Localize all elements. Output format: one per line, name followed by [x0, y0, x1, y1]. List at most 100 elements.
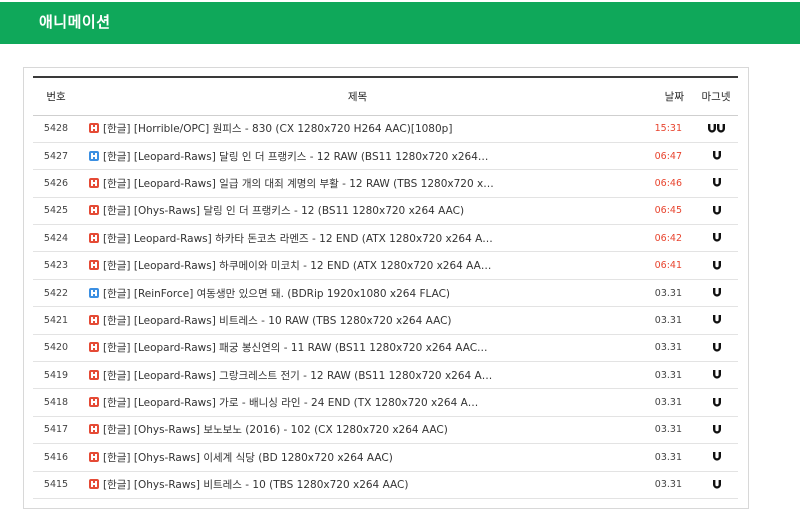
page-header: 애니메이션: [0, 2, 800, 44]
post-title-link[interactable]: [한글] Leopard-Raws] 하카타 돈코츠 라멘즈 - 12 END …: [103, 233, 493, 245]
post-title-link[interactable]: [한글] [Ohys-Raws] 보노보노 (2016) - 102 (CX 1…: [103, 424, 448, 436]
post-date: 03.31: [636, 416, 694, 445]
post-number: 5417: [33, 416, 79, 445]
magnet-icon[interactable]: [712, 288, 721, 297]
table-row: 5425 [한글] [Ohys-Raws] 달링 인 더 프랭키스 - 12 (B…: [33, 197, 738, 226]
post-date: 03.31: [636, 306, 694, 335]
magnet-icon[interactable]: [712, 205, 721, 215]
post-date: 15:31: [636, 115, 694, 143]
post-date: 06:42: [636, 224, 694, 253]
column-header-magnet: 마그넷: [694, 76, 738, 116]
post-number: 5418: [33, 388, 79, 417]
magnet-icon[interactable]: [712, 178, 721, 188]
magnet-cell: [694, 197, 738, 226]
post-date: 03.31: [636, 471, 694, 499]
magnet-cell: [694, 251, 738, 280]
column-header-no: 번호: [33, 76, 79, 116]
magnet-icon[interactable]: [712, 260, 721, 270]
title-cell: [한글] [Leopard-Raws] 그랑크레스트 전기 - 12 RAW (…: [79, 361, 636, 390]
table-row: 5423 [한글] [Leopard-Raws] 하쿠메이와 미코치 - 12 E…: [33, 251, 738, 280]
post-date: 03.31: [636, 361, 694, 390]
red-hd-icon: [89, 260, 99, 271]
red-hd-icon: [89, 397, 99, 408]
title-cell: [한글] [Horrible/OPC] 원피스 - 830 (CX 1280x7…: [79, 115, 636, 143]
title-cell: [한글] [Ohys-Raws] 비트레스 - 10 (TBS 1280x720…: [79, 471, 636, 499]
blue-hd-icon: [89, 287, 99, 298]
post-title-link[interactable]: [한글] [Leopard-Raws] 패궁 봉신연의 - 11 RAW (BS…: [103, 342, 488, 354]
table-row: 5416 [한글] [Ohys-Raws] 이세계 식당 (BD 1280x720…: [33, 443, 738, 472]
post-number: 5425: [33, 197, 79, 226]
page-title: 애니메이션: [39, 13, 111, 31]
post-title-link[interactable]: [한글] [Leopard-Raws] 하쿠메이와 미코치 - 12 END (…: [103, 260, 491, 272]
post-title-link[interactable]: [한글] [Leopard-Raws] 일급 개의 대죄 계명의 부활 - 12…: [103, 178, 494, 190]
magnet-icon[interactable]: [717, 123, 725, 133]
table-row: 5415 [한글] [Ohys-Raws] 비트레스 - 10 (TBS 1280…: [33, 471, 738, 499]
post-number: 5420: [33, 334, 79, 363]
magnet-cell: [694, 115, 738, 143]
post-title-link[interactable]: [한글] [ReinForce] 여동생만 있으면 돼. (BDRip 1920…: [103, 288, 450, 300]
table-row: 5417 [한글] [Ohys-Raws] 보노보노 (2016) - 102 (…: [33, 416, 738, 445]
magnet-cell: [694, 361, 738, 390]
blue-hd-icon: [89, 150, 99, 161]
post-title-link[interactable]: [한글] [Leopard-Raws] 그랑크레스트 전기 - 12 RAW (…: [103, 370, 492, 382]
title-cell: [한글] [Leopard-Raws] 달링 인 더 프랭키스 - 12 RAW…: [79, 142, 636, 171]
title-cell: [한글] [Leopard-Raws] 일급 개의 대죄 계명의 부활 - 12…: [79, 169, 636, 198]
magnet-cell: [694, 169, 738, 198]
post-date: 06:46: [636, 169, 694, 198]
title-cell: [한글] Leopard-Raws] 하카타 돈코츠 라멘즈 - 12 END …: [79, 224, 636, 253]
red-hd-icon: [89, 177, 99, 188]
magnet-cell: [694, 334, 738, 363]
magnet-icon[interactable]: [712, 424, 721, 434]
post-date: 03.31: [636, 334, 694, 363]
magnet-icon[interactable]: [712, 151, 721, 160]
table-row: 5428 [한글] [Horrible/OPC] 원피스 - 830 (CX 12…: [33, 115, 738, 143]
magnet-icon[interactable]: [712, 342, 721, 352]
post-date: 03.31: [636, 279, 694, 308]
post-title-link[interactable]: [한글] [Ohys-Raws] 이세계 식당 (BD 1280x720 x26…: [103, 452, 393, 464]
magnet-icon[interactable]: [712, 315, 721, 325]
table-row: 5422 [한글] [ReinForce] 여동생만 있으면 돼. (BDRip …: [33, 279, 738, 308]
post-date: 03.31: [636, 388, 694, 417]
table-row: 5420 [한글] [Leopard-Raws] 패궁 봉신연의 - 11 RAW…: [33, 334, 738, 363]
title-cell: [한글] [ReinForce] 여동생만 있으면 돼. (BDRip 1920…: [79, 279, 636, 308]
title-cell: [한글] [Leopard-Raws] 하쿠메이와 미코치 - 12 END (…: [79, 251, 636, 280]
post-title-link[interactable]: [한글] [Leopard-Raws] 비트레스 - 10 RAW (TBS 1…: [103, 315, 452, 327]
post-title-link[interactable]: [한글] [Horrible/OPC] 원피스 - 830 (CX 1280x7…: [103, 123, 452, 135]
magnet-cell: [694, 306, 738, 335]
post-number: 5424: [33, 224, 79, 253]
title-cell: [한글] [Ohys-Raws] 달링 인 더 프랭키스 - 12 (BS11 …: [79, 197, 636, 226]
post-title-link[interactable]: [한글] [Leopard-Raws] 달링 인 더 프랭키스 - 12 RAW…: [103, 151, 488, 163]
post-number: 5426: [33, 169, 79, 198]
post-date: 06:47: [636, 142, 694, 171]
column-header-date: 날짜: [636, 76, 694, 116]
magnet-cell: [694, 443, 738, 472]
magnet-cell: [694, 279, 738, 308]
post-title-link[interactable]: [한글] [Leopard-Raws] 가로 - 배니싱 라인 - 24 END…: [103, 397, 478, 409]
post-title-link[interactable]: [한글] [Ohys-Raws] 비트레스 - 10 (TBS 1280x720…: [103, 479, 408, 491]
post-number: 5415: [33, 471, 79, 499]
table-row: 5419 [한글] [Leopard-Raws] 그랑크레스트 전기 - 12 R…: [33, 361, 738, 390]
post-date: 06:45: [636, 197, 694, 226]
table-row: 5418 [한글] [Leopard-Raws] 가로 - 배니싱 라인 - 24…: [33, 388, 738, 417]
magnet-cell: [694, 416, 738, 445]
column-header-title: 제목: [79, 76, 636, 116]
magnet-icon[interactable]: [712, 397, 721, 407]
magnet-icon[interactable]: [712, 370, 721, 379]
red-hd-icon: [89, 232, 99, 243]
magnet-icon[interactable]: [712, 479, 721, 489]
magnet-icon[interactable]: [708, 123, 716, 133]
magnet-cell: [694, 142, 738, 171]
red-hd-icon: [89, 424, 99, 435]
magnet-icon[interactable]: [712, 452, 721, 461]
table-row: 5427 [한글] [Leopard-Raws] 달링 인 더 프랭키스 - 12…: [33, 142, 738, 171]
title-cell: [한글] [Leopard-Raws] 가로 - 배니싱 라인 - 24 END…: [79, 388, 636, 417]
post-number: 5427: [33, 142, 79, 171]
title-cell: [한글] [Ohys-Raws] 보노보노 (2016) - 102 (CX 1…: [79, 416, 636, 445]
post-title-link[interactable]: [한글] [Ohys-Raws] 달링 인 더 프랭키스 - 12 (BS11 …: [103, 205, 464, 217]
table-row: 5421 [한글] [Leopard-Raws] 비트레스 - 10 RAW (T…: [33, 306, 738, 335]
title-cell: [한글] [Leopard-Raws] 비트레스 - 10 RAW (TBS 1…: [79, 306, 636, 335]
magnet-icon[interactable]: [712, 233, 721, 242]
post-number: 5422: [33, 279, 79, 308]
table-row: 5426 [한글] [Leopard-Raws] 일급 개의 대죄 계명의 부활 …: [33, 169, 738, 198]
title-cell: [한글] [Ohys-Raws] 이세계 식당 (BD 1280x720 x26…: [79, 443, 636, 472]
